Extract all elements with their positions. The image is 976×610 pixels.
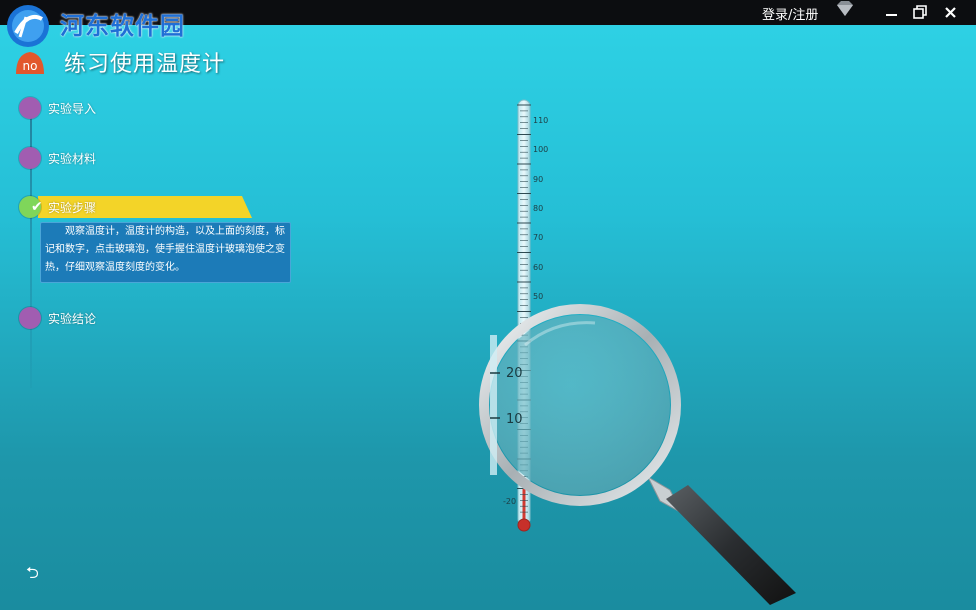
step-label: 实验步骤 <box>48 201 97 215</box>
magnified-label: 10 <box>506 412 523 427</box>
scale-label: -20 <box>503 497 516 506</box>
magnified-label: 20 <box>506 366 523 381</box>
app-logo-icon <box>7 5 49 47</box>
thermometer-bulb[interactable] <box>517 518 531 532</box>
scale-label: 70 <box>533 233 543 242</box>
restore-icon[interactable] <box>911 3 929 21</box>
minimize-icon[interactable] <box>883 3 901 21</box>
close-icon[interactable] <box>942 3 960 21</box>
step-procedure[interactable]: 实验步骤 <box>19 196 319 220</box>
app-icon-text: no <box>23 59 38 73</box>
step-materials[interactable]: 实验材料 <box>19 147 319 171</box>
scale-label: 60 <box>533 263 543 272</box>
step-intro[interactable]: 实验导入 <box>19 97 319 121</box>
scale-label: 100 <box>533 145 548 154</box>
step-conclusion[interactable]: 实验结论 <box>19 307 319 331</box>
scale-label: 110 <box>533 116 548 125</box>
checkmark-icon: ✔ <box>31 199 43 215</box>
gem-icon[interactable] <box>834 0 856 18</box>
step-label: 实验结论 <box>48 312 97 326</box>
step-dot <box>19 307 41 329</box>
app-icon: no <box>16 52 44 74</box>
step-dot <box>19 97 41 119</box>
login-register-link[interactable]: 登录/注册 <box>762 4 818 23</box>
back-arrow-icon[interactable]: ⮌ <box>26 562 39 589</box>
app-title: 练习使用温度计 <box>64 52 226 77</box>
magnifier[interactable]: 20 10 <box>479 304 796 605</box>
thermometer-scene: 110 100 90 80 70 60 50 -20 20 10 <box>479 99 796 605</box>
watermark-text: 河东软件园 <box>60 11 185 40</box>
step-description: 观察温度计，温度计的构造，以及上面的刻度，标记和数字，点击玻璃泡，使手握住温度计… <box>40 222 291 283</box>
step-dot <box>19 147 41 169</box>
scale-label: 50 <box>533 292 543 301</box>
step-label: 实验材料 <box>48 152 97 166</box>
step-label: 实验导入 <box>48 102 97 116</box>
scale-label: 90 <box>533 175 543 184</box>
scale-label: 80 <box>533 204 543 213</box>
